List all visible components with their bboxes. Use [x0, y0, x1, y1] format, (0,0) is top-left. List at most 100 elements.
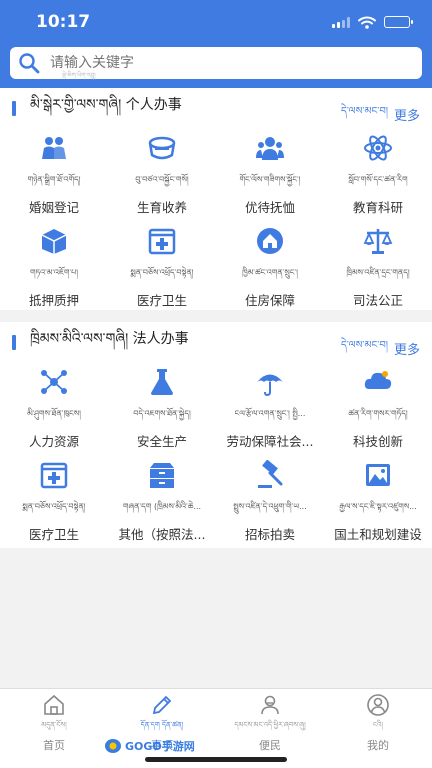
service-item-label: 司法公正 — [352, 293, 403, 308]
legal-services-section: ཁྲིམས་མིའི་ལས་གཞི། 法人办事 དེ་ལས་མང་བ། 更多 མ… — [0, 322, 432, 548]
service-item[interactable]: སྨན་བཅོས་འཕྲོད་བསྟེན། 医疗卫生 — [0, 455, 108, 548]
service-item-label: 国土和规划建设 — [334, 527, 422, 542]
tab-tibetan-label: མདུན་ངོས། — [41, 721, 67, 729]
more-link-label: 更多 — [393, 108, 420, 124]
service-item[interactable]: གོང་ལོས་གཟིགས་སྐྱོང་། 优待抚恤 — [216, 128, 324, 221]
status-bar: 10:17 — [0, 0, 432, 44]
atom-icon — [362, 132, 394, 164]
scales-icon — [362, 225, 394, 257]
search-icon — [19, 53, 40, 74]
section-header: ཁྲིམས་མིའི་ལས་གཞི། 法人办事 དེ་ལས་མང་བ། 更多 — [0, 322, 432, 362]
umbrella-icon — [254, 366, 286, 398]
service-grid: གཉེན་སྒྲིག་ཐོ་འགོད། 婚姻登记 བུ་བཙའ་བསྐྱོང་གསོ… — [0, 128, 432, 314]
service-item-tibetan: ཚན་རིག་གསར་གཏོད། — [348, 409, 408, 418]
bowl-icon — [146, 132, 178, 164]
service-item-tibetan: གཉེན་སྒྲིག་ཐོ་འགོད། — [27, 175, 81, 184]
cellular-signal-icon — [332, 16, 350, 28]
section-accent-bar — [12, 100, 16, 116]
tab-3[interactable]: ངའི། 我的 — [324, 689, 432, 768]
more-link-tibetan: དེ་ལས་མང་བ། — [340, 340, 388, 351]
service-item[interactable]: ཁྲིམས་འཛིན་དྲང་གནད། 司法公正 — [324, 221, 432, 314]
more-link-tibetan: དེ་ལས་མང་བ། — [340, 106, 388, 117]
search-input[interactable] — [50, 55, 380, 71]
user-icon — [366, 693, 390, 717]
service-item-label: 抵押质押 — [28, 293, 79, 308]
tab-tibetan-label: ངའི། — [372, 721, 383, 729]
service-item[interactable]: སྨན་བཅོས་འཕྲོད་བསྟེན། 医疗卫生 — [108, 221, 216, 314]
tab-tibetan-label: དོན་དག དོན་ཚན། — [140, 721, 184, 729]
service-item-label: 医疗卫生 — [136, 293, 187, 308]
service-item[interactable]: གཉེན་སྒྲིག་ཐོ་འགོད། 婚姻登记 — [0, 128, 108, 221]
watermark-text: GOGO手游网 — [125, 740, 195, 753]
box-icon — [38, 225, 70, 257]
tab-0[interactable]: མདུན་ངོས། 首页 — [0, 689, 108, 768]
people-icon — [254, 132, 286, 164]
service-item-tibetan: ངལ་རྩོལ་འགན་སྲུང་། སྤྱི... — [234, 409, 306, 418]
person-service-icon — [258, 693, 282, 717]
service-item-tibetan: རྒྱལ་ས་དང་ཇི་སྟར་འཛུགས... — [339, 502, 417, 511]
service-item[interactable]: གཏའ་མ་འཇོག་པ། 抵押质押 — [0, 221, 108, 314]
section-title: ཁྲིམས་མིའི་ལས་གཞི། 法人办事 — [30, 331, 189, 347]
section-title: མི་སྒེར་གྱི་ལས་གཞི། 个人办事 — [30, 97, 182, 113]
service-item-tibetan: སྨན་བཅོས་འཕྲོད་བསྟེན། — [130, 268, 194, 277]
service-item-tibetan: སློབ་གསོ་དང་ཚན་རིག — [348, 175, 408, 184]
wifi-icon — [358, 16, 376, 29]
service-item[interactable]: ཚན་རིག་གསར་གཏོད། 科技创新 — [324, 362, 432, 455]
house-icon — [254, 225, 286, 257]
tab-tibetan-label: དམངས་མང་འདི་ཕྱིར་ཞབས་ཞུ། — [234, 721, 306, 729]
cabinet-icon — [146, 459, 178, 491]
medical-icon — [38, 459, 70, 491]
service-item-label: 安全生产 — [136, 434, 187, 449]
watermark: GOGO手游网 — [104, 738, 195, 754]
home-indicator[interactable] — [145, 757, 287, 762]
service-item-tibetan: ཁྲིམས་འཛིན་དྲང་གནད། — [346, 268, 410, 277]
service-item-tibetan: བུ་བཙའ་བསྐྱོང་གསོ། — [135, 175, 189, 184]
service-grid: མི་ཤུགས་ཐོན་ཁུངས། 人力资源 བདེ་འཇགས་ཐོན་སྐྱེད།… — [0, 362, 432, 548]
gogo-logo-icon — [105, 739, 121, 753]
more-link[interactable]: དེ་ལས་མང་བ། 更多 — [341, 334, 420, 362]
gavel-icon — [254, 459, 286, 491]
service-item[interactable]: རྒྱལ་ས་དང་ཇི་སྟར་འཛུགས... 国土和规划建设 — [324, 455, 432, 548]
search-bar[interactable]: ལྡེ་མིག་ཡིག་འབྲུ། — [10, 47, 422, 79]
service-item-tibetan: ཁྱིམ་ཚང་འགན་སྲུང་། — [242, 268, 298, 277]
picture-icon — [362, 459, 394, 491]
service-item-tibetan: གཞན་དག (ཁྲིམས་མིའི་ཆེ... — [122, 502, 202, 511]
service-item[interactable]: ཁྱིམ་ཚང་འགན་སྲུང་། 住房保障 — [216, 221, 324, 314]
tab-label: 首页 — [43, 739, 65, 752]
network-icon — [38, 366, 70, 398]
service-item[interactable]: གཞན་དག (ཁྲིམས་མིའི་ཆེ... 其他（按照法... — [108, 455, 216, 548]
home-icon — [42, 693, 66, 717]
section-header: མི་སྒེར་གྱི་ལས་གཞི། 个人办事 དེ་ལས་མང་བ། 更多 — [0, 88, 432, 128]
service-item-label: 劳动保障社会... — [226, 434, 314, 449]
medical-icon — [146, 225, 178, 257]
couple-icon — [38, 132, 70, 164]
more-link-label: 更多 — [393, 342, 420, 358]
pencil-icon — [150, 693, 174, 717]
service-item-tibetan: བདེ་འཇགས་ཐོན་སྐྱེད། — [133, 409, 191, 418]
service-item[interactable]: བུ་བཙའ་བསྐྱོང་གསོ། 生育收养 — [108, 128, 216, 221]
more-link[interactable]: དེ་ལས་མང་བ། 更多 — [341, 100, 420, 128]
section-accent-bar — [12, 334, 16, 350]
search-tibetan-hint: ལྡེ་མིག་ཡིག་འབྲུ། — [62, 72, 96, 79]
service-item[interactable]: མི་ཤུགས་ཐོན་ཁུངས། 人力资源 — [0, 362, 108, 455]
flask-icon — [146, 366, 178, 398]
service-item-label: 人力资源 — [28, 434, 79, 449]
service-item-tibetan: མི་ཤུགས་ཐོན་ཁུངས། — [27, 409, 81, 418]
service-item[interactable]: སློབ་གསོ་དང་ཚན་རིག 教育科研 — [324, 128, 432, 221]
tab-label: 我的 — [367, 739, 389, 752]
service-item-tibetan: གོང་ལོས་གཟིགས་སྐྱོང་། — [239, 175, 301, 184]
status-time: 10:17 — [36, 12, 91, 32]
battery-icon — [384, 16, 413, 28]
service-item-label: 招标拍卖 — [244, 527, 295, 542]
service-item[interactable]: སྤྲུས་འཛིན་དེ་འཕྲུག་གི་ཡ... 招标拍卖 — [216, 455, 324, 548]
tab-label: 便民 — [259, 739, 281, 752]
cloud-icon — [362, 366, 394, 398]
service-item[interactable]: ངལ་རྩོལ་འགན་སྲུང་། སྤྱི... 劳动保障社会... — [216, 362, 324, 455]
personal-services-section: མི་སྒེར་གྱི་ལས་གཞི། 个人办事 དེ་ལས་མང་བ། 更多 … — [0, 88, 432, 310]
top-header: 10:17 ལྡེ་མིག་ཡིག་འབྲུ། — [0, 0, 432, 88]
service-item-label: 教育科研 — [352, 200, 403, 215]
bottom-tab-bar: མདུན་ངོས། 首页 དོན་དག དོན་ཚན། 事项 དམངས་མང་འདི་ཕ… — [0, 688, 432, 768]
service-item-label: 生育收养 — [136, 200, 187, 215]
service-item[interactable]: བདེ་འཇགས་ཐོན་སྐྱེད། 安全生产 — [108, 362, 216, 455]
service-item-label: 住房保障 — [244, 293, 295, 308]
